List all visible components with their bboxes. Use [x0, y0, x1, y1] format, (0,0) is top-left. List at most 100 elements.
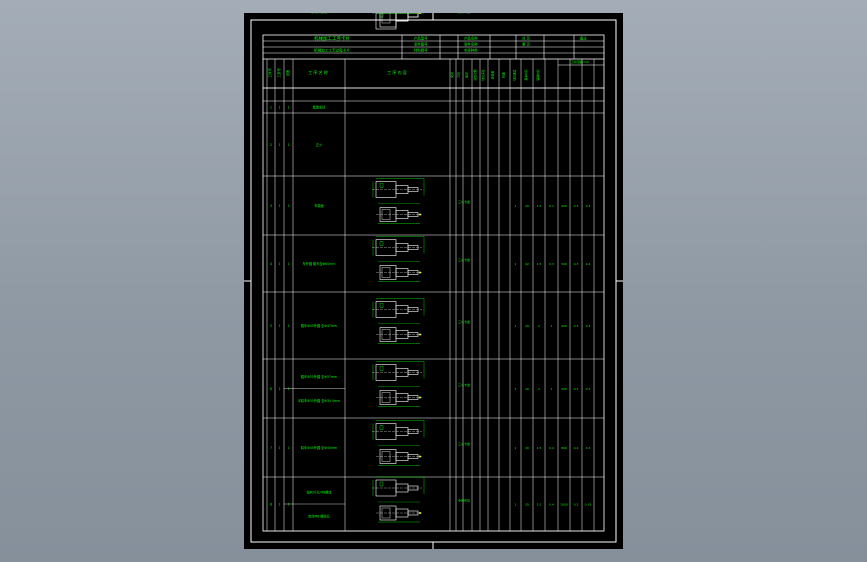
row-value-3: 0.4: [549, 503, 554, 507]
row-step: 1: [278, 13, 280, 14]
row-name: 车端面: [314, 203, 324, 208]
row-name: 正火: [316, 143, 323, 147]
part-sketch: [372, 476, 425, 523]
table-row: 5 1 1 粗车Φ45外圆 至Φ47mm 三爪卡盘 1 20 2 1 500 0.3 0.3: [270, 298, 591, 344]
row-value-1: 20: [525, 324, 529, 328]
row-value-0: 1: [515, 446, 517, 450]
row-value-3: 0.3: [549, 262, 554, 266]
header-extra-0: 夹具: [450, 72, 454, 78]
row-value-1: 10: [525, 387, 529, 391]
header-extra-4: 切削深度: [481, 69, 485, 80]
row-number: 6: [270, 387, 272, 391]
header-step: 工步号: [276, 68, 281, 78]
header-time-group: 工时定额/min: [571, 59, 590, 64]
header-extra-7: 切削速度: [513, 69, 517, 80]
row-value-6: 0.4: [586, 262, 591, 266]
row-fixture: 专用夹具: [458, 498, 470, 503]
title-cell-c0: 共 页: [522, 36, 530, 41]
row-value-5: 0.3: [574, 204, 579, 208]
row-value-1: 20: [525, 13, 529, 14]
table-row: 4 1 1 车外圆 粗车至Φ60mm 三爪卡盘 1 42 1.5 0.3 500 0.3 0.4: [270, 236, 591, 282]
row-value-0: 1: [515, 387, 517, 391]
row-value-5: 0.2: [574, 446, 579, 450]
row-name: 粗车Φ45外圆 至Φ47mm: [301, 323, 337, 328]
row-value-0: 1: [515, 262, 517, 266]
row-fixture: 三爪卡盘: [458, 13, 470, 14]
row-name: 锻造毛坯: [313, 105, 327, 110]
table-row: 8 1 1 钻Φ20孔 M8螺纹攻丝M8 螺纹孔 专用夹具 1 20 1.5 0.4 1000 0.…: [270, 476, 592, 523]
row-value-4: 500: [561, 204, 567, 208]
row-value-0: 1: [515, 503, 517, 507]
header-extra-3: 进给次数: [473, 69, 477, 80]
row-value-6: 0.15: [585, 503, 592, 507]
row-name: 粗车Φ35外圆 至Φ37mm: [301, 374, 337, 379]
row-value-3: 0.4: [549, 13, 554, 14]
drawing-canvas: 机械加工工序卡片 机械加工工艺过程卡片 产品型号 零件图号 材料牌号 产品名称 …: [244, 13, 623, 549]
row-value-2: 1.5: [537, 204, 542, 208]
row-name: 车外圆 粗车至Φ60mm: [303, 261, 336, 266]
title-cell-b0: 产品名称: [464, 36, 478, 41]
row-value-2: 2: [538, 387, 540, 391]
row-value-4: 500: [561, 324, 567, 328]
row-step: 1: [278, 324, 280, 328]
title-cell-a1: 零件图号: [414, 42, 428, 47]
part-sketch: [372, 236, 425, 282]
row-value-3: 1: [551, 387, 553, 391]
table-row: 7 1 1 精车Φ45外圆 至Φ45mm 三爪卡盘 1 20 1.5 0.4 800 0.2 0.3: [270, 420, 591, 466]
row-value-4: 1000: [560, 503, 568, 507]
title-cell-a0: 产品型号: [414, 36, 428, 41]
row-value-5: 0.2: [574, 503, 579, 507]
table-row: 9 1 1 去毛刺检验 三爪卡盘 1 20 1.5 0.4 1000 0.2 0.3: [270, 13, 590, 30]
row-value-4: 500: [561, 387, 567, 391]
part-sketch: [372, 298, 425, 344]
row-number: 3: [270, 204, 272, 208]
row-value-1: 20: [525, 446, 529, 450]
part-sketch: [372, 178, 425, 224]
row-step: 1: [278, 106, 280, 110]
row-step: 1: [278, 446, 280, 450]
row-device: 1: [287, 143, 289, 147]
row-value-5: 0.3: [574, 324, 579, 328]
row-value-2: 2: [538, 324, 540, 328]
row-value-3: 0.4: [549, 446, 554, 450]
header-extra-6: 转速: [502, 72, 506, 78]
row-number: 9: [270, 13, 272, 14]
row-value-5: 0.3: [574, 262, 579, 266]
row-value-1: 20: [525, 204, 529, 208]
row-value-6: 0.3: [586, 324, 591, 328]
row-device: 1: [287, 204, 289, 208]
row-value-0: 1: [515, 324, 517, 328]
main-title: 机械加工工序卡片: [314, 35, 350, 42]
row-value-6: 0.3: [586, 204, 591, 208]
row-fixture: 三爪卡盘: [458, 441, 470, 446]
row-value-2: 1.5: [537, 446, 542, 450]
row-value-2: 1.5: [537, 262, 542, 266]
header-extra-9: 辅助时间: [536, 69, 540, 80]
row-value-5: 0.2: [574, 13, 579, 14]
row-step: 1: [278, 143, 280, 147]
row-number: 1: [270, 106, 272, 110]
row-number: 2: [270, 143, 272, 147]
row-fixture: 三爪卡盘: [458, 199, 470, 204]
row-value-4: 800: [561, 446, 567, 450]
header-extra-8: 基本时间: [524, 69, 528, 80]
row-fixture: 三爪卡盘: [458, 257, 470, 262]
row-value-2: 1.5: [537, 503, 542, 507]
row-name: 钻Φ20孔 M8螺纹: [306, 490, 332, 495]
table-row: 2 1 1 正火: [270, 143, 323, 147]
table-row: 3 1 1 车端面 三爪卡盘 1 20 1.5 0.1 500 0.3 0.3: [270, 178, 591, 224]
row-value-1: 20: [525, 503, 529, 507]
process-rows: 1 1 1 锻造毛坯2 1 1 正火3 1 1 车端面三爪卡盘1 20 1.5 0.1 500 0.3 0.3…: [270, 13, 592, 523]
part-sketch: [372, 13, 424, 30]
row-sub-name: 攻丝M8 螺纹孔: [308, 514, 331, 519]
header-content: 工 序 内 容: [387, 69, 407, 75]
row-value-6: 0.3: [586, 446, 591, 450]
row-number: 8: [270, 503, 272, 507]
part-sketch: [372, 361, 425, 407]
header-device: 设备: [285, 69, 290, 76]
drawing-sheet: 机械加工工序卡片 机械加工工艺过程卡片 产品型号 零件图号 材料牌号 产品名称 …: [244, 13, 623, 549]
row-number: 4: [270, 262, 272, 266]
row-device: 1: [287, 446, 289, 450]
column-headers: 工序号 工步号 设备 工 序 名 称 工 序 内 容 工时定额/min 夹具 刀具…: [263, 59, 604, 89]
row-value-6: 0.3: [586, 387, 591, 391]
